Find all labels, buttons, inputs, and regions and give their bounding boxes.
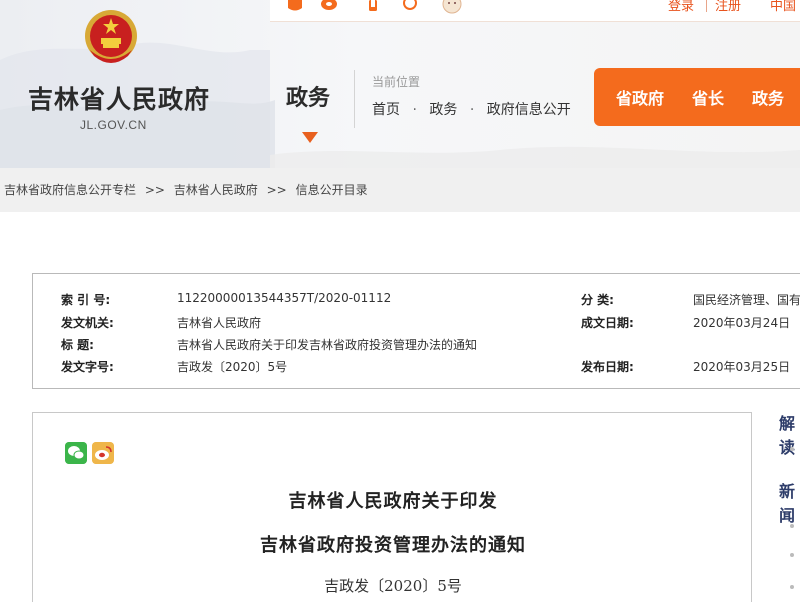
- breadcrumb-item-directory[interactable]: 信息公开目录: [296, 183, 368, 197]
- breadcrumb-separator: >>: [266, 183, 287, 197]
- header-divider: [354, 70, 355, 128]
- sidebar-heading-interpretation[interactable]: 解读: [779, 410, 800, 458]
- document-number: 吉政发〔2020〕5号: [324, 577, 462, 595]
- nav-item-governor[interactable]: 省长: [692, 85, 724, 109]
- mascot-icon[interactable]: [440, 0, 464, 14]
- sidebar-bullet: [790, 447, 794, 451]
- sidebar-bullet: [790, 553, 794, 557]
- meta-value-publish-date: 2020年03月25日: [693, 360, 791, 374]
- document-title-line-2: 吉林省政府投资管理办法的通知: [260, 535, 526, 556]
- main-nav: 省政府 省长 政务: [594, 68, 800, 126]
- breadcrumb-item-government[interactable]: 吉林省人民政府: [174, 183, 258, 197]
- sidebar-heading-news[interactable]: 新闻: [779, 478, 800, 526]
- meta-row: 索 引 号: 11220000013544357T/2020-01112 分 类…: [33, 291, 800, 311]
- meta-value-doc-no: 吉政发〔2020〕5号: [177, 360, 288, 374]
- meta-label-publish-date: 发布日期:: [581, 360, 634, 374]
- mobile-icon[interactable]: [364, 0, 382, 12]
- national-emblem-icon: [85, 10, 137, 63]
- meta-value-index-no: 11220000013544357T/2020-01112: [177, 291, 392, 305]
- wechat-icon[interactable]: [402, 0, 420, 12]
- location-separator: ·: [469, 102, 475, 118]
- language-link[interactable]: 中国: [770, 0, 796, 14]
- breadcrumb: 吉林省政府信息公开专栏 >> 吉林省人民政府 >> 信息公开目录: [0, 168, 800, 212]
- meta-row: 标 题: 吉林省人民政府关于印发吉林省政府投资管理办法的通知: [33, 336, 800, 356]
- breadcrumb-item-info-column[interactable]: 吉林省政府信息公开专栏: [4, 183, 136, 197]
- site-header: 吉林省人民政府 JL.GOV.CN 登录 注册 中国 政务 当前位置 首页 · …: [0, 0, 800, 168]
- location-separator: ·: [412, 102, 417, 118]
- site-domain: JL.GOV.CN: [80, 118, 147, 132]
- meta-label-title: 标 题:: [61, 338, 94, 352]
- sidebar-bullet: [790, 585, 794, 589]
- location-link-info-disclosure[interactable]: 政府信息公开: [487, 99, 571, 119]
- meta-label-issuer: 发文机关:: [61, 316, 114, 330]
- location-breadcrumb: 首页 · 政务 · 政府信息公开: [372, 99, 571, 119]
- meta-row: 发文字号: 吉政发〔2020〕5号 发布日期: 2020年03月25日: [33, 358, 800, 378]
- register-link[interactable]: 注册: [715, 0, 741, 14]
- wechat-share-icon[interactable]: [65, 442, 87, 464]
- login-link[interactable]: 登录: [668, 0, 694, 14]
- sidebar-bullet: [790, 524, 794, 528]
- document-title-line-1: 吉林省人民政府关于印发: [288, 491, 498, 512]
- meta-label-category: 分 类:: [581, 293, 614, 307]
- document-panel: 吉林省人民政府关于印发 吉林省政府投资管理办法的通知 吉政发〔2020〕5号: [32, 412, 752, 602]
- document-meta-table: 索 引 号: 11220000013544357T/2020-01112 分 类…: [32, 273, 800, 389]
- nav-item-provincial-government[interactable]: 省政府: [616, 85, 664, 109]
- meta-label-doc-no: 发文字号:: [61, 360, 114, 374]
- top-utility-bar: 登录 注册 中国: [270, 0, 800, 22]
- meta-value-category: 国民经济管理、国有: [693, 293, 800, 307]
- weibo-share-icon[interactable]: [92, 442, 114, 464]
- meta-label-index-no: 索 引 号:: [61, 293, 111, 307]
- section-caret-down-icon: [302, 132, 318, 143]
- meta-value-title: 吉林省人民政府关于印发吉林省政府投资管理办法的通知: [177, 338, 478, 352]
- section-title: 政务: [286, 86, 331, 111]
- meta-label-written-date: 成文日期:: [581, 316, 634, 330]
- location-link-home[interactable]: 首页: [372, 99, 400, 119]
- breadcrumb-separator: >>: [144, 183, 165, 197]
- top-link-divider: [706, 0, 707, 12]
- meta-row: 发文机关: 吉林省人民政府 成文日期: 2020年03月24日: [33, 314, 800, 334]
- location-link-affairs[interactable]: 政务: [429, 99, 457, 119]
- meta-value-issuer: 吉林省人民政府: [177, 316, 262, 330]
- nav-item-affairs[interactable]: 政务: [752, 85, 784, 109]
- toutiao-icon[interactable]: [286, 0, 304, 12]
- weibo-icon[interactable]: [320, 0, 338, 12]
- meta-value-written-date: 2020年03月24日: [693, 316, 791, 330]
- location-label: 当前位置: [372, 75, 421, 89]
- site-name: 吉林省人民政府: [28, 85, 211, 114]
